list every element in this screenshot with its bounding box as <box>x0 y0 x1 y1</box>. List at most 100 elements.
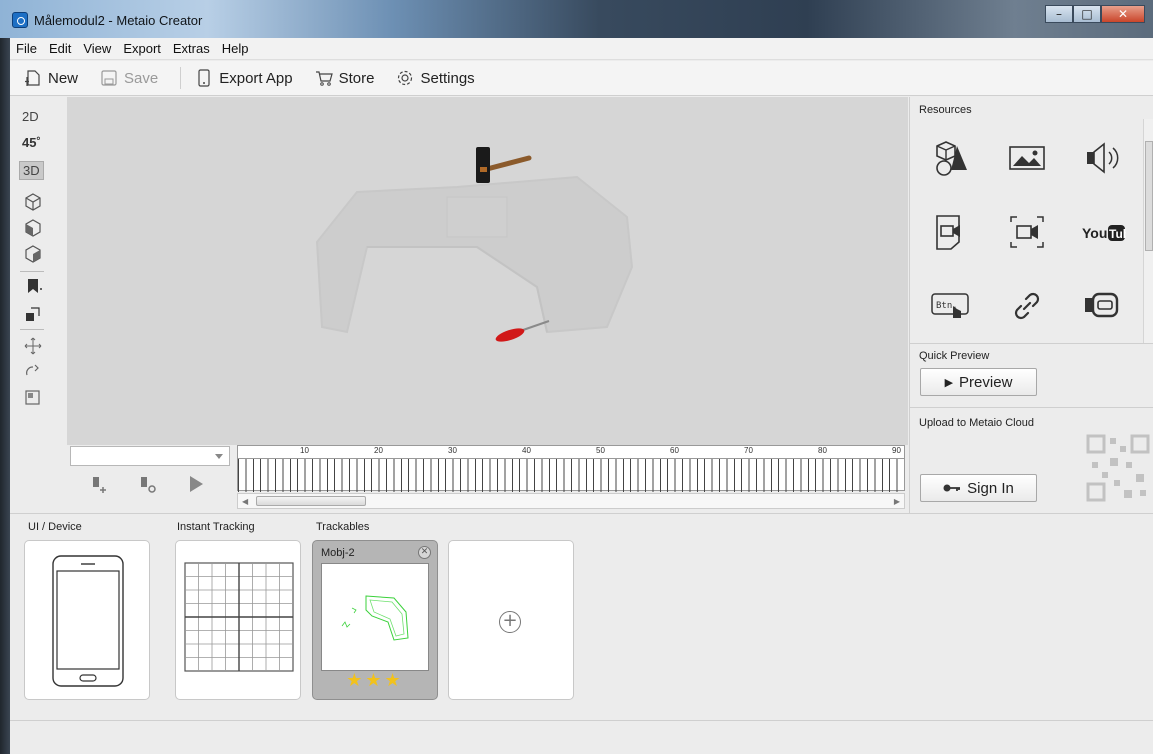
video-file-icon <box>936 215 960 250</box>
chevron-down-icon <box>215 454 223 459</box>
preview-button[interactable]: ▶ Preview <box>920 368 1037 396</box>
hammer-model[interactable] <box>476 147 532 183</box>
minimize-button[interactable]: – <box>1045 5 1073 23</box>
window-left-edge <box>0 38 10 754</box>
store-button[interactable]: Store <box>315 69 374 87</box>
new-button[interactable]: New <box>24 69 78 87</box>
trackable-outline-image <box>341 595 409 641</box>
key-icon <box>943 484 961 492</box>
trackables-label: Trackables <box>316 521 370 533</box>
instant-tracking-label: Instant Tracking <box>177 521 255 533</box>
tracking-grid-icon <box>184 562 294 672</box>
resources-label: Resources <box>919 104 972 116</box>
button-icon: Btn. <box>931 293 969 318</box>
resource-audio[interactable] <box>1080 135 1126 181</box>
resource-image[interactable] <box>1004 135 1050 181</box>
menu-extras[interactable]: Extras <box>167 41 216 56</box>
quick-preview-label: Quick Preview <box>919 350 990 362</box>
trackable-name: Mobj-2 <box>321 547 355 559</box>
resource-link[interactable] <box>1004 283 1050 329</box>
ruler-labels: 10 20 30 40 50 60 70 80 90 <box>238 446 904 458</box>
trackable-card[interactable]: Mobj-2 ✕ ★★★ <box>312 540 438 700</box>
resize-icon[interactable] <box>24 389 42 407</box>
menu-bar: File Edit View Export Extras Help <box>10 38 1153 60</box>
scroll-right-icon[interactable]: ▶ <box>894 497 900 506</box>
ruler-label: 20 <box>374 446 383 455</box>
panel-divider <box>910 343 1153 344</box>
resource-button[interactable]: Btn. <box>928 283 974 329</box>
youtube-tube-text: Tube <box>1109 227 1126 241</box>
status-bar <box>10 720 1153 754</box>
link-icon <box>1014 292 1040 320</box>
instant-tracking-card[interactable] <box>175 540 301 700</box>
play-icon[interactable] <box>185 473 207 495</box>
screwdriver-model[interactable] <box>494 320 550 344</box>
maximize-button[interactable]: □ <box>1073 5 1101 23</box>
ruler-label: 80 <box>818 446 827 455</box>
timeline-horizontal-scrollbar[interactable]: ◀ ▶ <box>237 493 905 509</box>
ruler-label: 50 <box>596 446 605 455</box>
add-keyframe-icon[interactable] <box>89 473 111 495</box>
scrollbar-thumb[interactable] <box>256 496 366 506</box>
resource-3d-model[interactable] <box>928 135 974 181</box>
resource-youtube[interactable]: YouTube <box>1080 209 1126 255</box>
move-arrows-icon[interactable] <box>24 337 42 355</box>
scene-viewport[interactable] <box>67 97 908 445</box>
add-trackable-card[interactable]: + <box>448 540 574 700</box>
scrollbar-thumb[interactable] <box>1145 141 1153 251</box>
resources-vertical-scrollbar[interactable] <box>1143 119 1153 343</box>
ruler-ticks <box>238 458 904 492</box>
resource-video[interactable] <box>928 209 974 255</box>
ruler-label: 60 <box>670 446 679 455</box>
animation-dropdown[interactable] <box>70 446 230 466</box>
ruler-label: 70 <box>744 446 753 455</box>
scale-object-icon[interactable] <box>24 305 42 323</box>
export-app-button[interactable]: Export App <box>195 69 293 87</box>
shopping-cart-icon <box>315 71 333 86</box>
ruler-label: 90 <box>892 446 901 455</box>
scene-canvas[interactable] <box>67 97 908 445</box>
view-2d-button[interactable]: 2D <box>22 109 39 124</box>
cube-right-icon[interactable] <box>24 245 42 263</box>
tool-separator <box>20 271 44 272</box>
close-window-button[interactable]: ✕ <box>1101 5 1145 23</box>
menu-file[interactable]: File <box>10 41 43 56</box>
keyframe-settings-icon[interactable] <box>137 473 159 495</box>
cube-left-icon[interactable] <box>24 219 42 237</box>
menu-edit[interactable]: Edit <box>43 41 77 56</box>
ui-device-card[interactable] <box>24 540 150 700</box>
gear-icon <box>398 70 413 86</box>
resource-camera-video[interactable] <box>1004 209 1050 255</box>
timeline-ruler[interactable]: 10 20 30 40 50 60 70 80 90 <box>237 445 905 492</box>
speaker-icon <box>1087 142 1119 174</box>
right-panel: Resources YouTube Btn. <box>909 97 1153 513</box>
phone-icon <box>52 555 124 687</box>
social-device-icon <box>1085 292 1119 318</box>
add-plus-icon[interactable]: + <box>499 611 521 633</box>
cube-front-icon[interactable] <box>24 193 42 211</box>
new-document-icon <box>25 70 40 86</box>
panel-divider <box>910 407 1153 408</box>
menu-help[interactable]: Help <box>216 41 255 56</box>
close-icon[interactable]: ✕ <box>418 546 431 559</box>
sign-in-button[interactable]: Sign In <box>920 474 1037 502</box>
view-45-button[interactable]: 45˚ <box>22 135 41 150</box>
bookmark-icon[interactable] <box>24 277 42 295</box>
new-label: New <box>48 69 79 87</box>
qr-code-icon <box>1086 434 1150 502</box>
resource-social[interactable] <box>1080 283 1126 329</box>
view-tools-column: 2D 45˚ 3D <box>10 97 66 447</box>
settings-button[interactable]: Settings <box>396 69 475 87</box>
menu-export[interactable]: Export <box>117 41 167 56</box>
menu-view[interactable]: View <box>77 41 117 56</box>
rotate-icon[interactable] <box>24 363 42 381</box>
timeline-area: 10 20 30 40 50 60 70 80 90 ◀ ▶ <box>67 445 908 513</box>
save-button[interactable]: Save <box>100 69 158 87</box>
sign-in-label: Sign In <box>967 479 1014 497</box>
scroll-left-icon[interactable]: ◀ <box>242 497 248 506</box>
main-toolbar: New Save Export App Store Settings <box>10 61 1153 96</box>
tool-separator <box>20 329 44 330</box>
trackable-thumbnail <box>321 563 429 671</box>
view-3d-button[interactable]: 3D <box>19 161 44 180</box>
ghost-trackable-model <box>315 175 634 334</box>
